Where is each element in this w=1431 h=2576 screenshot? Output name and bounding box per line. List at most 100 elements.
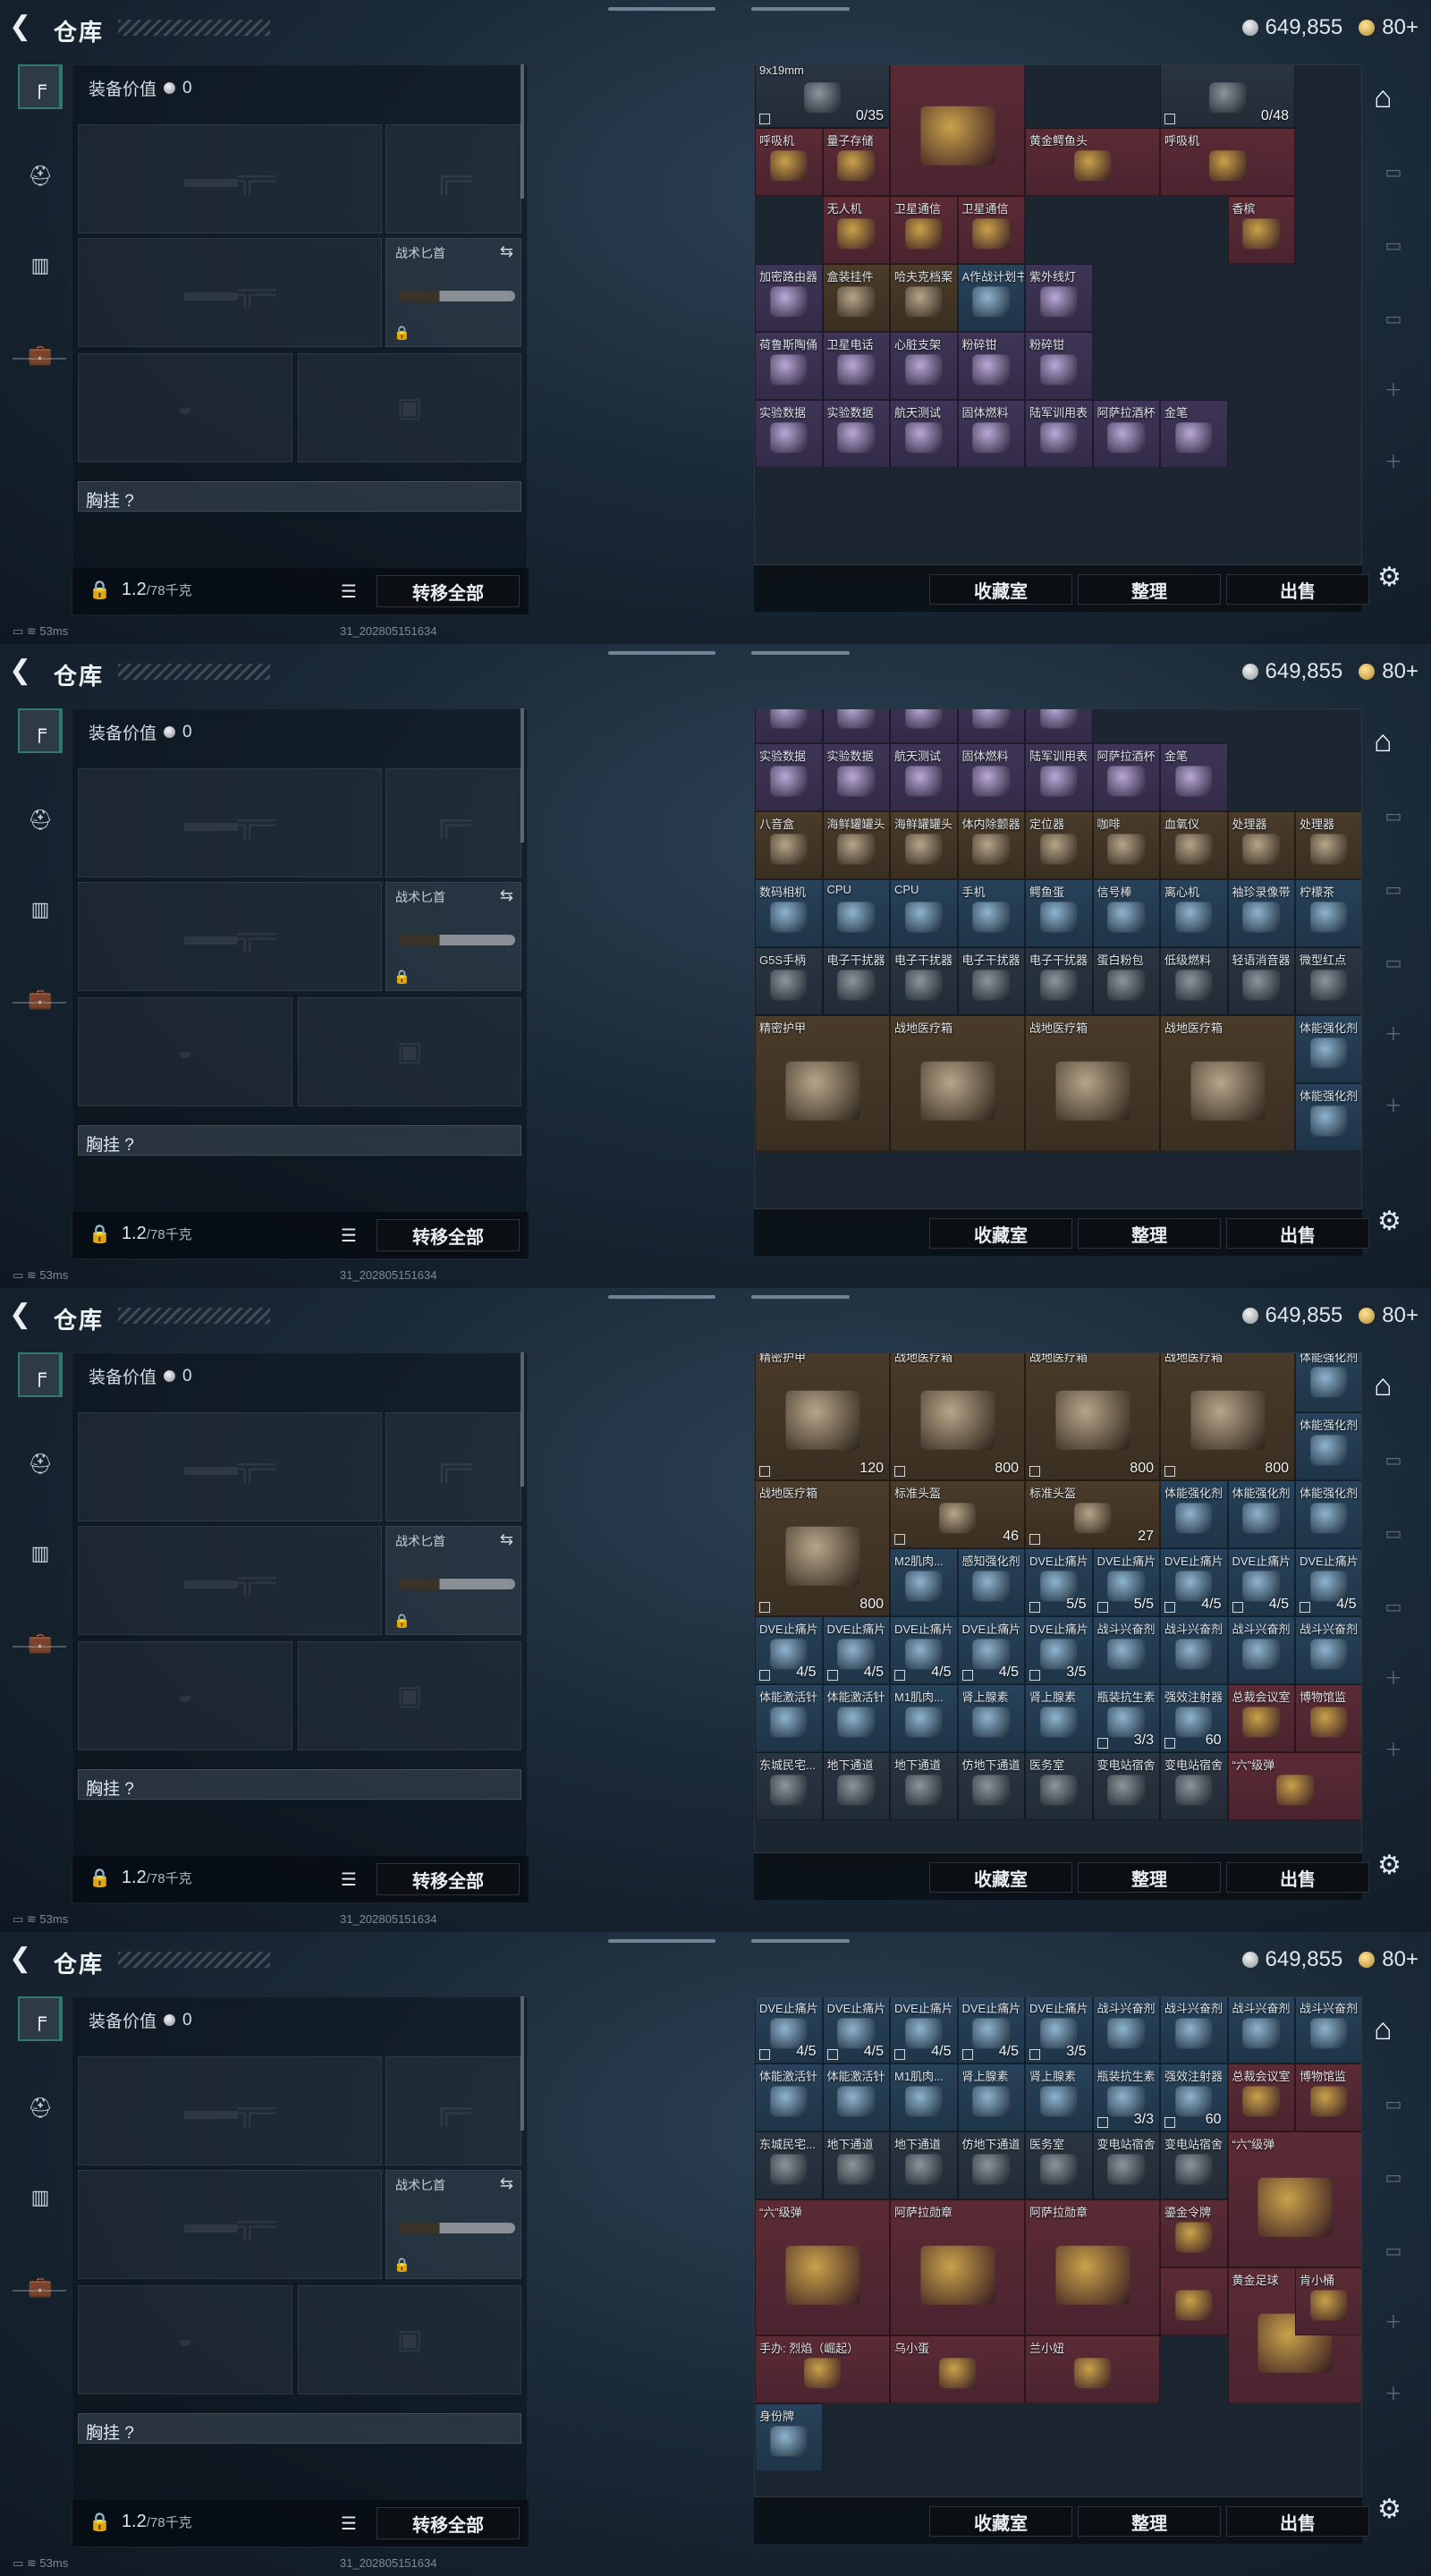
inventory-item[interactable]: 陆军训用表 <box>1025 400 1093 468</box>
inventory-item[interactable]: 香槟 <box>1227 196 1295 264</box>
sidebar-item-armor[interactable]: ⛑ <box>18 2086 63 2131</box>
inventory-item[interactable]: 荷鲁斯陶俑 <box>755 709 823 743</box>
primary-weapon-slot[interactable]: ▬▬╦═ <box>78 768 382 877</box>
container-tab-icon[interactable]: ▭ <box>1381 2240 1406 2263</box>
inventory-item[interactable]: DVE止痛片 4/5 <box>1295 1548 1361 1616</box>
select-checkbox[interactable] <box>894 1534 905 1545</box>
select-checkbox[interactable] <box>1300 1602 1310 1613</box>
inventory-item[interactable]: “六”级弹 <box>1227 1752 1361 1820</box>
inventory-item[interactable]: 盒装挂件 <box>822 264 890 332</box>
select-checkbox[interactable] <box>1164 114 1175 124</box>
sidebar-item-backpack[interactable]: 💼 <box>18 1621 63 1665</box>
vault-door-icon[interactable]: ⌂ <box>1374 2012 1393 2047</box>
swap-icon[interactable]: ⇆ <box>500 242 513 261</box>
inventory-item[interactable]: 实验数据 <box>755 743 823 811</box>
inventory-item[interactable]: DVE止痛片 3/5 <box>1025 1616 1093 1684</box>
sort-button[interactable]: 整理 <box>1078 1218 1221 1249</box>
inventory-item[interactable]: 仿地下通道 <box>957 1752 1025 1820</box>
inventory-item[interactable]: 变电站宿舍 <box>1092 1752 1160 1820</box>
pistol-slot[interactable]: ╔═ <box>385 768 521 877</box>
helmet-slot[interactable]: ◒ <box>78 2285 292 2394</box>
gold-amount[interactable]: 80+ <box>1382 15 1418 40</box>
sidebar-item-weapons[interactable]: ╒ <box>18 1352 63 1397</box>
inventory-item[interactable]: DVE止痛片 5/5 <box>1025 1548 1093 1616</box>
inventory-item[interactable]: 呼吸机 <box>1160 128 1295 196</box>
add-container-icon[interactable]: ＋ <box>1381 2308 1406 2333</box>
inventory-item[interactable]: 战地医疗箱 800 <box>755 1480 890 1616</box>
inventory-item[interactable]: 血氧仪 <box>1160 811 1228 879</box>
secondary-weapon-slot[interactable]: ▬▬╦═ <box>78 2170 382 2279</box>
melee-slot[interactable]: 战术匕首 ⇆ 🔒 <box>385 2170 521 2279</box>
sell-button[interactable]: 出售 <box>1226 1862 1369 1893</box>
warehouse-inventory[interactable]: DVE止痛片 4/5 DVE止痛片 4/5 DVE止痛片 4/5 DVE止痛片 4/5 DVE止… <box>754 1996 1362 2497</box>
back-arrow-icon[interactable]: ❮ <box>9 13 31 41</box>
inventory-item[interactable]: 信号棒 <box>1092 879 1160 947</box>
inventory-item[interactable]: 肾上腺素 <box>957 2063 1025 2131</box>
inventory-item[interactable] <box>1160 2267 1228 2335</box>
armor-slot[interactable]: ▣ <box>298 997 521 1106</box>
inventory-item[interactable]: 体内除颤器 <box>957 811 1025 879</box>
container-tab-icon[interactable]: ▭ <box>1381 1522 1406 1546</box>
inventory-item[interactable]: 体能强化剂 <box>1295 1412 1361 1480</box>
inventory-item[interactable]: 地下通道 <box>822 1752 890 1820</box>
settings-gear-icon[interactable]: ⚙ <box>1377 1850 1401 1881</box>
inventory-item[interactable]: 体能强化剂 <box>1295 1353 1361 1412</box>
secondary-weapon-slot[interactable]: ▬▬╦═ <box>78 238 382 347</box>
inventory-item[interactable]: 战斗兴奋剂 <box>1160 1616 1228 1684</box>
helmet-slot[interactable]: ◒ <box>78 1641 292 1750</box>
select-checkbox[interactable] <box>1164 1466 1175 1477</box>
inventory-item[interactable]: 数码相机 <box>755 879 823 947</box>
inventory-item[interactable]: 总裁会议室 <box>1227 1684 1295 1752</box>
settings-gear-icon[interactable]: ⚙ <box>1377 2494 1401 2525</box>
inventory-item[interactable]: DVE止痛片 4/5 <box>957 1616 1025 1684</box>
sidebar-item-vest[interactable]: ▥ <box>18 1531 63 1576</box>
sort-button[interactable]: 整理 <box>1078 574 1221 605</box>
select-checkbox[interactable] <box>1164 2117 1175 2128</box>
inventory-item[interactable]: 肾上腺素 <box>1025 1684 1093 1752</box>
vault-button[interactable]: 收藏室 <box>929 2506 1072 2537</box>
inventory-item[interactable]: DVE止痛片 4/5 <box>957 1997 1025 2063</box>
select-checkbox[interactable] <box>759 1602 770 1613</box>
inventory-item[interactable]: 体能强化剂 <box>1295 1083 1361 1151</box>
inventory-item[interactable]: DVE止痛片 4/5 <box>822 1616 890 1684</box>
inventory-item[interactable]: 固体燃料 <box>957 400 1025 468</box>
inventory-item[interactable]: 紫外线灯 <box>1025 264 1093 332</box>
inventory-item[interactable]: DVE止痛片 4/5 <box>755 1616 823 1684</box>
inventory-item[interactable]: 卫星电话 <box>822 332 890 400</box>
container-tab-icon[interactable]: ▭ <box>1381 234 1406 258</box>
inventory-item[interactable]: DVE止痛片 3/5 <box>1025 1997 1093 2063</box>
container-tab-icon[interactable]: ▭ <box>1381 952 1406 975</box>
inventory-item[interactable]: M1肌肉... <box>890 1684 958 1752</box>
inventory-item[interactable]: 呼吸机 <box>755 128 823 196</box>
inventory-item[interactable]: 0/48 <box>1160 65 1295 128</box>
back-arrow-icon[interactable]: ❮ <box>9 1945 31 1973</box>
inventory-item[interactable]: 标准头盔 27 <box>1025 1480 1160 1548</box>
inventory-item[interactable]: 仿地下通道 <box>957 2131 1025 2199</box>
inventory-item[interactable]: 博物馆监 <box>1295 1684 1361 1752</box>
chest-rig-slot[interactable]: 胸挂 ? <box>78 1769 521 1800</box>
select-checkbox[interactable] <box>1029 1670 1040 1681</box>
inventory-item[interactable]: DVE止痛片 4/5 <box>822 1997 890 2063</box>
list-icon[interactable]: ☰ <box>341 1224 357 1247</box>
inventory-item[interactable]: 战斗兴奋剂 <box>1227 1616 1295 1684</box>
inventory-item[interactable]: 地下通道 <box>822 2131 890 2199</box>
add-container-icon[interactable]: ＋ <box>1381 1091 1406 1116</box>
sell-button[interactable]: 出售 <box>1226 574 1369 605</box>
inventory-item[interactable]: 战地医疗箱 <box>1160 1015 1295 1151</box>
select-checkbox[interactable] <box>894 2049 905 2060</box>
inventory-item[interactable]: 八音盒 <box>755 811 823 879</box>
melee-slot[interactable]: 战术匕首 ⇆ 🔒 <box>385 238 521 347</box>
inventory-item[interactable]: 战斗兴奋剂 <box>1295 1616 1361 1684</box>
inventory-item[interactable] <box>890 65 1025 196</box>
pistol-slot[interactable]: ╔═ <box>385 124 521 233</box>
inventory-item[interactable]: 体能激活针 <box>755 2063 823 2131</box>
primary-weapon-slot[interactable]: ▬▬╦═ <box>78 124 382 233</box>
list-icon[interactable]: ☰ <box>341 1868 357 1891</box>
inventory-item[interactable]: 变电站宿舍 <box>1160 2131 1228 2199</box>
sort-button[interactable]: 整理 <box>1078 2506 1221 2537</box>
inventory-item[interactable]: 兰小妞 <box>1025 2335 1160 2403</box>
primary-weapon-slot[interactable]: ▬▬╦═ <box>78 2056 382 2165</box>
select-checkbox[interactable] <box>1097 2117 1108 2128</box>
inventory-item[interactable]: 荷鲁斯陶俑 <box>755 332 823 400</box>
inventory-item[interactable]: 体能激活针 <box>755 1684 823 1752</box>
